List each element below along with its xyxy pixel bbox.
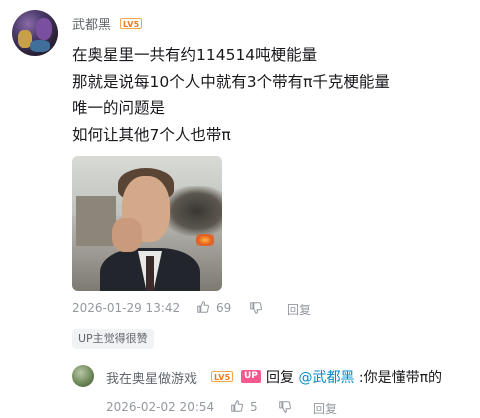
thumb-up-icon[interactable] <box>230 399 244 413</box>
like-count: 5 <box>250 400 258 414</box>
commenter-avatar[interactable] <box>12 10 58 56</box>
level-badge: LV5 <box>211 371 234 382</box>
comment-image[interactable] <box>72 156 222 291</box>
thumb-down-icon[interactable] <box>278 400 292 414</box>
reply-text: 回复 @武都黑 :你是懂带π的 <box>266 367 442 387</box>
replier-username[interactable]: 我在奥星做游戏 <box>106 368 197 387</box>
reply-body: :你是懂带π的 <box>354 370 443 386</box>
comment-time: 2026-01-29 13:42 <box>72 301 181 315</box>
replier-avatar[interactable] <box>72 365 94 387</box>
mention-link[interactable]: @武都黑 <box>298 370 354 386</box>
like-count: 69 <box>216 301 232 315</box>
comment-line: 在奥星里一共有约114514吨梗能量 <box>72 46 318 64</box>
thumb-up-icon[interactable] <box>196 300 210 314</box>
comment-content: 在奥星里一共有约114514吨梗能量 那就是说每10个人中就有3个带有π千克梗能… <box>72 42 462 148</box>
reply-time: 2026-02-02 20:54 <box>106 400 215 414</box>
level-badge: LV5 <box>120 18 143 29</box>
thumb-down-icon[interactable] <box>249 301 263 315</box>
up-badge: UP <box>241 370 261 383</box>
reply-word: 回复 <box>266 370 294 386</box>
reply-button[interactable]: 回复 <box>313 400 337 417</box>
commenter-username[interactable]: 武都黑 <box>72 14 111 33</box>
reply-button[interactable]: 回复 <box>287 301 311 318</box>
comment-line: 那就是说每10个人中就有3个带有π千克梗能量 <box>72 72 390 91</box>
comment-line: 如何让其他7个人也带π <box>72 125 231 144</box>
comment-line: 唯一的问题是 <box>72 99 166 117</box>
up-liked-tag: UP主觉得很赞 <box>72 329 154 349</box>
